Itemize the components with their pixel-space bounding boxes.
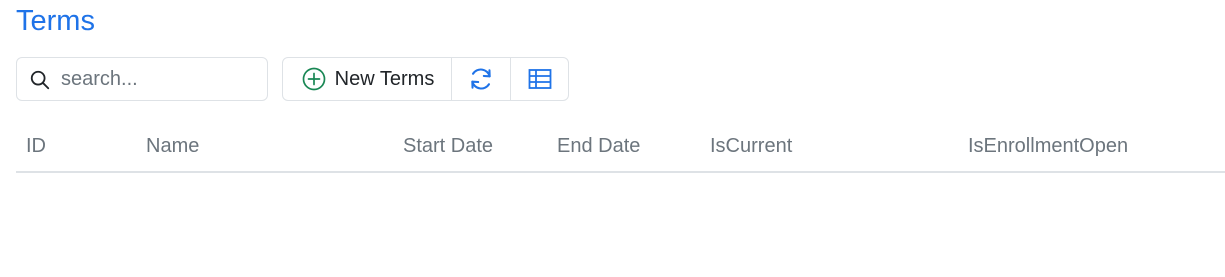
search-input[interactable] (61, 64, 257, 94)
toolbar-button-group: New Terms (282, 57, 569, 101)
search-icon (30, 70, 50, 90)
column-header-is-enrollment-open[interactable]: IsEnrollmentOpen (968, 135, 1128, 158)
new-terms-button[interactable]: New Terms (283, 58, 451, 100)
column-header-id[interactable]: ID (26, 135, 46, 158)
column-chooser-button[interactable] (510, 58, 568, 100)
refresh-icon (471, 68, 491, 90)
new-terms-label: New Terms (334, 67, 435, 90)
table-columns-icon (528, 69, 551, 89)
table-header: ID Name Start Date End Date IsCurrent Is… (16, 123, 1225, 173)
column-header-is-current[interactable]: IsCurrent (710, 135, 792, 158)
column-header-name[interactable]: Name (146, 135, 199, 158)
search-box (16, 57, 268, 101)
plus-circle-icon (302, 67, 326, 91)
column-header-end-date[interactable]: End Date (557, 135, 640, 158)
page-title: Terms (16, 5, 95, 37)
refresh-button[interactable] (451, 58, 510, 100)
column-header-start-date[interactable]: Start Date (403, 135, 493, 158)
